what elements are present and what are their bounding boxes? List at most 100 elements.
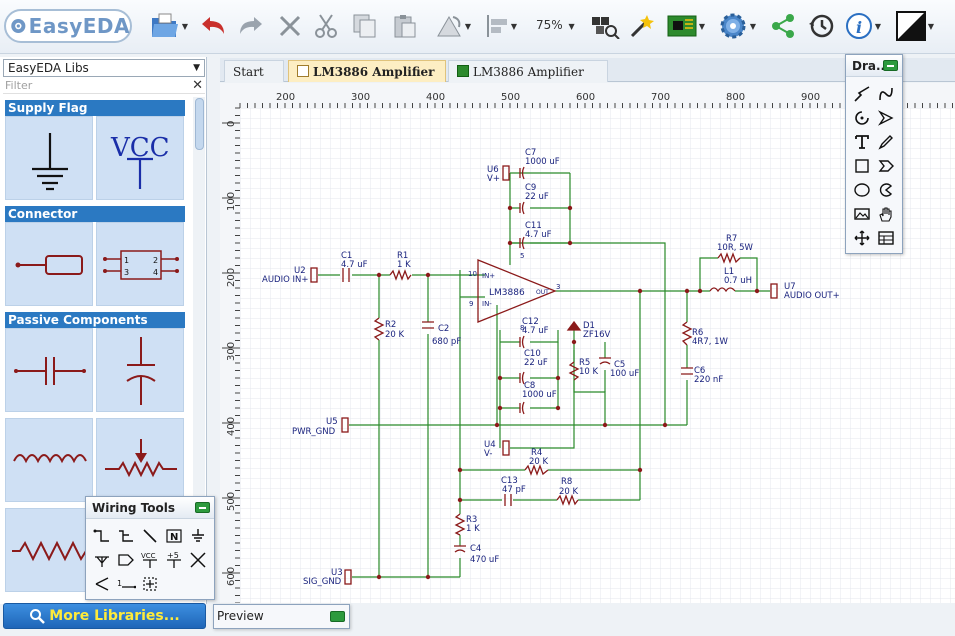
more-libraries-button[interactable]: More Libraries... [3,603,206,629]
inductor[interactable] [5,418,93,502]
convert-pcb-button[interactable]: ▼ [662,8,710,44]
vcc-icon[interactable]: VCC [139,549,161,571]
preview-panel[interactable]: Preview [213,604,350,629]
svg-text:+5: +5 [167,551,179,560]
minimize-icon[interactable] [883,60,898,71]
resistor[interactable] [5,508,93,592]
paste-button[interactable] [388,8,422,44]
scrollbar-thumb[interactable] [195,98,204,150]
in-minus: IN- [482,300,492,308]
c2-value: 680 pF [432,337,461,347]
potentiometer[interactable] [96,418,184,502]
svg-text:i: i [856,18,862,37]
pan-icon[interactable] [875,203,897,225]
wiring-tools-title[interactable]: Wiring Tools [86,497,214,519]
caret-icon: ▼ [181,21,189,31]
caret-icon: ▼ [464,21,472,31]
polyline-icon[interactable] [851,83,873,105]
ground-icon[interactable] [187,525,209,547]
easyeda-logo[interactable]: EasyEDA [4,9,132,43]
text-icon[interactable] [851,131,873,153]
undo-button[interactable] [196,8,230,44]
pin-icon[interactable] [91,573,113,595]
clear-filter-icon[interactable]: ✕ [192,78,203,93]
netflag-icon[interactable] [91,549,113,571]
cut-button[interactable] [310,8,342,44]
tab-pcb[interactable]: LM3886 Amplifier [448,60,608,82]
r6-value: 4R7, 1W [692,337,729,347]
caret-icon: ▼ [510,21,518,31]
polygon-icon[interactable] [875,155,897,177]
copy-button[interactable] [348,8,382,44]
minimize-icon[interactable] [195,502,210,513]
c7-value: 1000 uF [525,157,560,167]
settings-button[interactable]: ▼ [714,8,760,44]
c6-value: 220 nF [694,375,723,385]
history-button[interactable] [804,8,838,44]
r8-label: R8 [561,477,572,487]
bus-entry-icon[interactable] [139,525,161,547]
connector-single[interactable] [5,222,93,306]
tab-schematic[interactable]: LM3886 Amplifier [288,60,446,82]
svg-text:2: 2 [153,256,158,265]
ellipse-icon[interactable] [851,179,873,201]
no-connect-icon[interactable] [187,549,209,571]
vcc-symbol[interactable]: VCC [96,116,184,200]
pie-icon[interactable] [875,179,897,201]
align-button[interactable]: ▼ [480,8,522,44]
connector-header[interactable]: 1 3 2 4 [96,222,184,306]
ruler-x-tick: 400 [426,92,445,103]
junction-icon[interactable] [139,573,161,595]
tab-start-label: Start [233,65,264,79]
open-folder-button[interactable]: ▼ [148,8,190,44]
theme-icon [895,11,926,41]
zoom-select[interactable]: 75% ▼ [536,18,575,32]
move-icon[interactable] [851,227,873,249]
c8-value: 1000 uF [522,390,557,400]
filter-input[interactable]: Filter ✕ [3,78,205,94]
delete-button[interactable] [274,8,306,44]
plus5-icon[interactable]: +5 [163,549,185,571]
netlabel-icon[interactable]: N [163,525,185,547]
schematic-doc-icon [297,65,309,77]
svg-text:4: 4 [153,268,158,277]
theme-button[interactable]: ▼ [892,8,938,44]
wiring-tools-title-text: Wiring Tools [92,501,176,515]
wire-icon[interactable] [91,525,113,547]
freehand-icon[interactable] [875,131,897,153]
image-icon[interactable] [851,203,873,225]
arrow-icon[interactable] [875,107,897,129]
gnd-symbol[interactable] [5,116,93,200]
undo-icon [202,17,224,34]
arc-icon[interactable] [851,107,873,129]
drawing-tools-title[interactable]: Dra... [846,55,902,77]
table-icon[interactable] [875,227,897,249]
bus-icon[interactable] [115,525,137,547]
pin-number-icon[interactable]: 1 [115,573,137,595]
tab-pcb-label: LM3886 Amplifier [473,65,584,79]
ruler-x-tick: 200 [276,92,295,103]
find-parts-button[interactable] [588,8,622,44]
minimize-icon[interactable] [330,611,345,622]
share-button[interactable] [766,8,800,44]
ruler-x-tick: 600 [576,92,595,103]
category-supply-flag[interactable]: Supply Flag [5,100,185,116]
rotate-button[interactable]: ▼ [432,8,474,44]
rectangle-icon[interactable] [851,155,873,177]
search-icon [30,609,46,624]
dropdown-arrow-icon: ▼ [193,63,200,73]
help-button[interactable]: i ▼ [842,8,884,44]
u2-net: AUDIO IN+ [262,275,308,285]
design-wizard-button[interactable] [626,8,658,44]
category-passive[interactable]: Passive Components [5,312,185,328]
tab-start[interactable]: Start [224,60,284,82]
port-icon[interactable] [115,549,137,571]
library-select[interactable]: EasyEDA Libs ▼ [3,59,205,77]
category-connector[interactable]: Connector [5,206,185,222]
capacitor-polarized[interactable] [96,328,184,412]
library-select-value: EasyEDA Libs [8,61,89,75]
curve-icon[interactable] [875,83,897,105]
capacitor[interactable] [5,328,93,412]
redo-button[interactable] [234,8,268,44]
r2-value: 20 K [385,330,405,340]
